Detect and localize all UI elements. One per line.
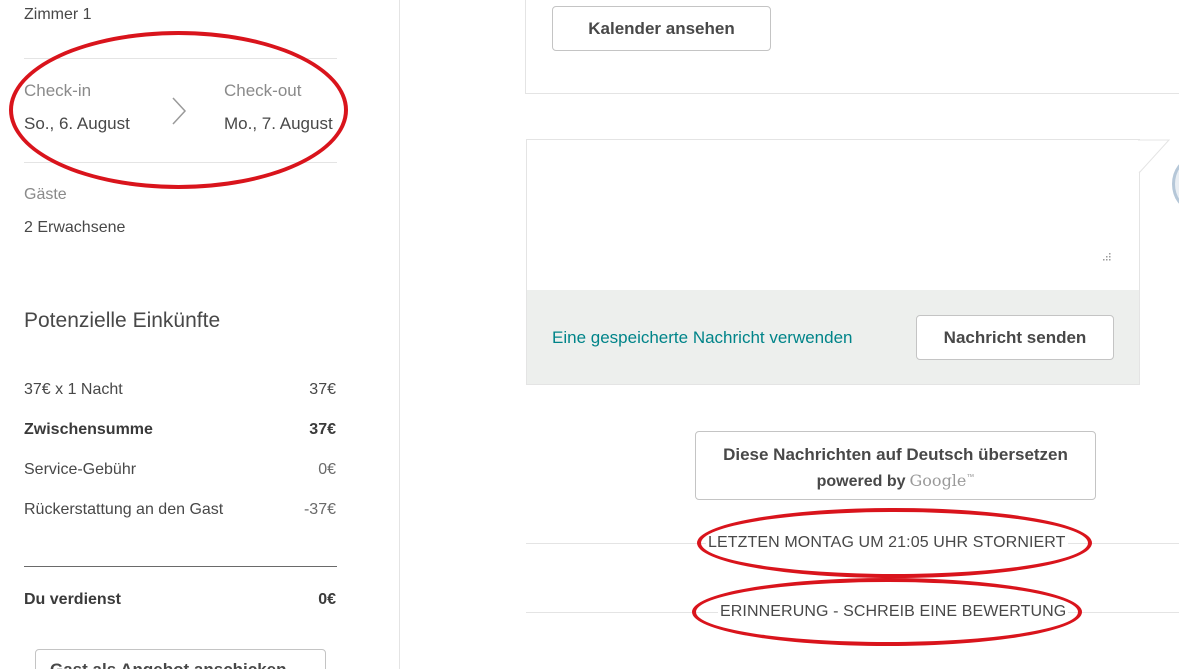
checkin-label: Check-in: [24, 81, 92, 100]
room-name: Zimmer 1: [24, 6, 92, 23]
subtotal-amount: 37€: [309, 421, 336, 438]
booking-sidebar: Zimmer 1 Check-in So., 6. August Check-o…: [0, 0, 400, 669]
checkout-date[interactable]: Mo., 7. August: [224, 114, 333, 134]
earnings-title: Potenzielle Einkünfte: [24, 309, 221, 332]
refund-amount: -37€: [303, 501, 336, 518]
composer-footer: Eine gespeicherte Nachricht verwenden Na…: [527, 290, 1139, 384]
refund-label: Rückerstattung an den Gast: [24, 501, 224, 518]
price-row-amount: 37€: [309, 381, 336, 398]
chevron-right-icon: [172, 97, 187, 125]
send-message-button[interactable]: Nachricht senden: [916, 315, 1114, 360]
translate-powered-line: powered by Google™: [696, 471, 1095, 491]
service-fee-amount: 0€: [318, 461, 336, 478]
translate-button[interactable]: Diese Nachrichten auf Deutsch übersetzen…: [695, 431, 1096, 500]
message-textarea[interactable]: [527, 140, 1139, 290]
resize-grip-icon[interactable]: [1100, 252, 1112, 264]
page: Zimmer 1 Check-in So., 6. August Check-o…: [0, 0, 1179, 669]
price-row-label: 37€ x 1 Nacht: [24, 381, 123, 398]
divider: [24, 162, 337, 163]
total-divider: [24, 566, 337, 567]
divider: [24, 58, 337, 59]
google-logo: Google: [909, 471, 967, 490]
guests-value: 2 Erwachsene: [24, 219, 126, 236]
translate-label: Diese Nachrichten auf Deutsch übersetzen: [723, 445, 1068, 464]
checkout-label: Check-out: [224, 81, 302, 100]
saved-message-link[interactable]: Eine gespeicherte Nachricht verwenden: [552, 328, 853, 348]
message-composer: Eine gespeicherte Nachricht verwenden Na…: [526, 139, 1140, 385]
checkin-date[interactable]: So., 6. August: [24, 114, 130, 134]
trademark-mark: ™: [966, 472, 975, 482]
offer-button[interactable]: Gast als Angebot anschicken: [35, 649, 326, 669]
guests-label: Gäste: [24, 186, 67, 203]
cancelled-notice: LETZTEN MONTAG UM 21:05 UHR STORNIERT: [706, 534, 1068, 552]
calendar-button[interactable]: Kalender ansehen: [552, 6, 771, 51]
subtotal-label: Zwischensumme: [24, 421, 153, 438]
total-label: Du verdienst: [24, 591, 121, 608]
avatar: [1172, 158, 1179, 210]
powered-by-text: powered by: [816, 473, 906, 490]
review-reminder[interactable]: ERINNERUNG - SCHREIB EINE BEWERTUNG: [718, 603, 1069, 621]
total-amount: 0€: [318, 591, 336, 608]
speech-bubble-tail: [1138, 139, 1170, 174]
service-fee-label: Service-Gebühr: [24, 461, 137, 478]
